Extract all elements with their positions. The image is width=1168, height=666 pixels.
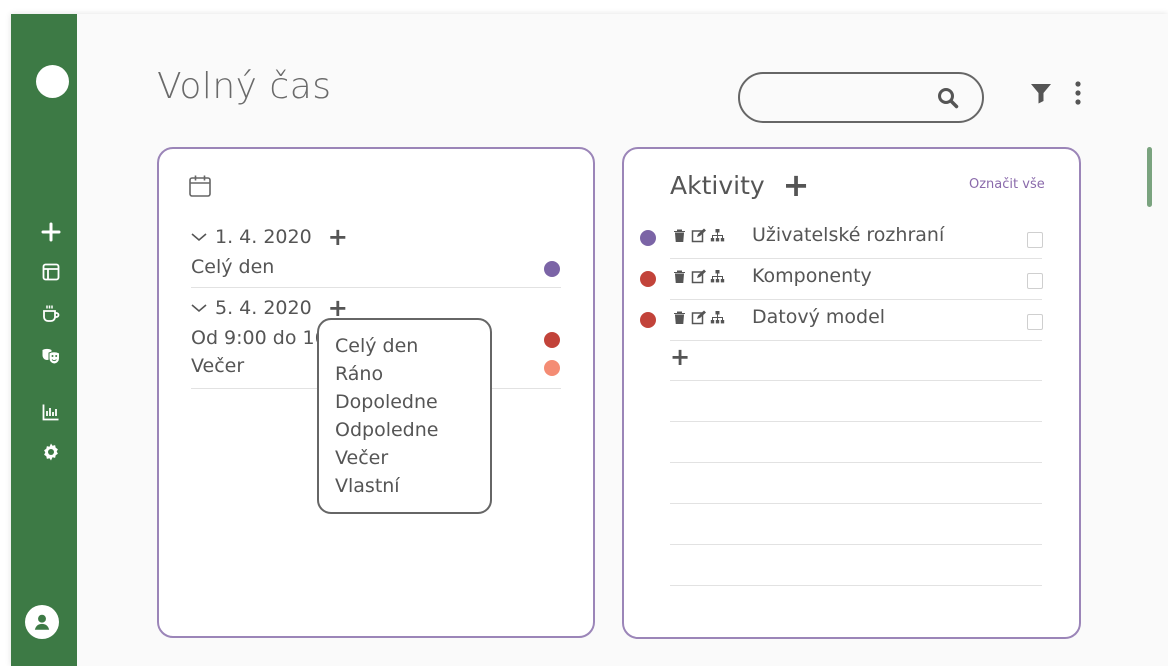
event-color-dot (544, 332, 560, 348)
event-color-dot (544, 360, 560, 376)
hierarchy-icon[interactable] (710, 269, 725, 284)
layout-icon[interactable] (39, 260, 63, 284)
activity-checkbox[interactable] (1027, 273, 1043, 289)
divider (191, 287, 561, 288)
activity-color-dot (640, 271, 656, 287)
app-logo[interactable] (36, 65, 69, 98)
activity-checkbox[interactable] (1027, 232, 1043, 248)
search-icon[interactable] (936, 86, 960, 110)
divider (670, 421, 1042, 422)
add-event-button[interactable]: + (328, 225, 348, 249)
trash-icon[interactable] (672, 269, 687, 284)
add-event-button[interactable]: + (328, 296, 348, 320)
bar-chart-icon[interactable] (39, 400, 63, 424)
coffee-icon[interactable] (39, 302, 63, 326)
divider (670, 585, 1042, 586)
dropdown-option[interactable]: Odpoledne (335, 416, 490, 444)
event-color-dot (544, 261, 560, 277)
trash-icon[interactable] (672, 228, 687, 243)
trash-icon[interactable] (672, 310, 687, 325)
search-input[interactable] (756, 84, 936, 112)
mark-all-link[interactable]: Označit vše (969, 177, 1045, 192)
divider (670, 380, 1042, 381)
chevron-down-icon[interactable] (191, 231, 207, 243)
gear-icon[interactable] (39, 440, 63, 464)
chevron-down-icon[interactable] (191, 302, 207, 314)
add-activity-row-button[interactable]: + (670, 345, 690, 369)
time-of-day-dropdown: Celý den Ráno Dopoledne Odpoledne Večer … (317, 318, 492, 514)
edit-icon[interactable] (691, 310, 706, 325)
day-date: 1. 4. 2020 (215, 226, 312, 248)
event-label: Celý den (191, 256, 275, 278)
edit-icon[interactable] (691, 228, 706, 243)
edit-icon[interactable] (691, 269, 706, 284)
event-label: Večer (191, 355, 245, 377)
user-avatar[interactable] (25, 605, 59, 639)
sidebar (11, 14, 77, 666)
day-header[interactable]: 5. 4. 2020 + (191, 296, 348, 320)
divider (670, 462, 1042, 463)
activities-title: Aktivity (670, 170, 765, 200)
page-title: Volný čas (157, 66, 332, 107)
divider (670, 503, 1042, 504)
activity-name: Datový model (752, 306, 886, 328)
day-header[interactable]: 1. 4. 2020 + (191, 225, 348, 249)
dropdown-option[interactable]: Vlastní (335, 472, 490, 500)
activity-row[interactable]: Datový model (636, 300, 1046, 340)
hierarchy-icon[interactable] (710, 310, 725, 325)
divider (670, 340, 1042, 341)
theater-masks-icon[interactable] (39, 344, 63, 368)
activity-checkbox[interactable] (1027, 314, 1043, 330)
activities-header: Aktivity + (670, 169, 809, 201)
add-activity-button[interactable]: + (783, 169, 810, 201)
dropdown-option[interactable]: Celý den (335, 332, 490, 360)
divider (670, 544, 1042, 545)
user-icon (34, 614, 50, 630)
scrollbar-thumb[interactable] (1147, 147, 1152, 207)
search-box[interactable] (738, 72, 984, 123)
add-icon[interactable] (39, 220, 63, 244)
dropdown-option[interactable]: Ráno (335, 360, 490, 388)
filter-icon[interactable] (1030, 82, 1052, 104)
day-date: 5. 4. 2020 (215, 297, 312, 319)
dropdown-option[interactable]: Večer (335, 444, 490, 472)
activity-color-dot (640, 312, 656, 328)
activity-name: Uživatelské rozhraní (752, 224, 945, 246)
activity-row[interactable]: Uživatelské rozhraní (636, 218, 1046, 258)
activity-color-dot (640, 230, 656, 246)
more-vertical-icon[interactable] (1068, 80, 1088, 108)
activity-name: Komponenty (752, 265, 872, 287)
calendar-icon (189, 175, 211, 197)
activities-card: Aktivity + Označit vše Uživatelské rozhr… (622, 147, 1081, 639)
event-label: Od 9:00 do 16: (191, 327, 334, 349)
activity-row[interactable]: Komponenty (636, 259, 1046, 299)
event-row[interactable]: Celý den (191, 256, 561, 278)
dropdown-option[interactable]: Dopoledne (335, 388, 490, 416)
hierarchy-icon[interactable] (710, 228, 725, 243)
